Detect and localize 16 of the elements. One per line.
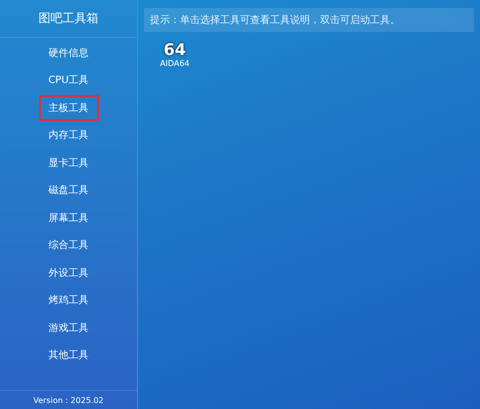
version-label: Version : 2025.02	[0, 390, 137, 409]
sidebar-item[interactable]: 外设工具	[40, 259, 96, 286]
sidebar-item[interactable]: 综合工具	[40, 232, 96, 259]
sidebar-item[interactable]: 内存工具	[40, 122, 96, 149]
hint-bar: 提示：单击选择工具可查看工具说明，双击可启动工具。	[144, 8, 474, 32]
sidebar-item[interactable]: 磁盘工具	[40, 176, 96, 204]
sidebar-item[interactable]: 显卡工具	[40, 149, 96, 176]
sidebar-item[interactable]: 其他工具	[40, 342, 96, 369]
sidebar-item[interactable]: 屏幕工具	[40, 204, 96, 232]
sidebar-item[interactable]: 硬件信息	[40, 39, 96, 66]
sidebar-item[interactable]: 游戏工具	[40, 314, 96, 342]
sidebar-item[interactable]: CPU工具	[40, 66, 97, 94]
sidebar-item[interactable]: 烤鸡工具	[40, 286, 96, 314]
tool-item[interactable]: 64 AIDA64	[160, 40, 190, 68]
app-title: 图吧工具箱	[0, 0, 137, 38]
sidebar-item[interactable]: 主板工具	[38, 95, 98, 121]
